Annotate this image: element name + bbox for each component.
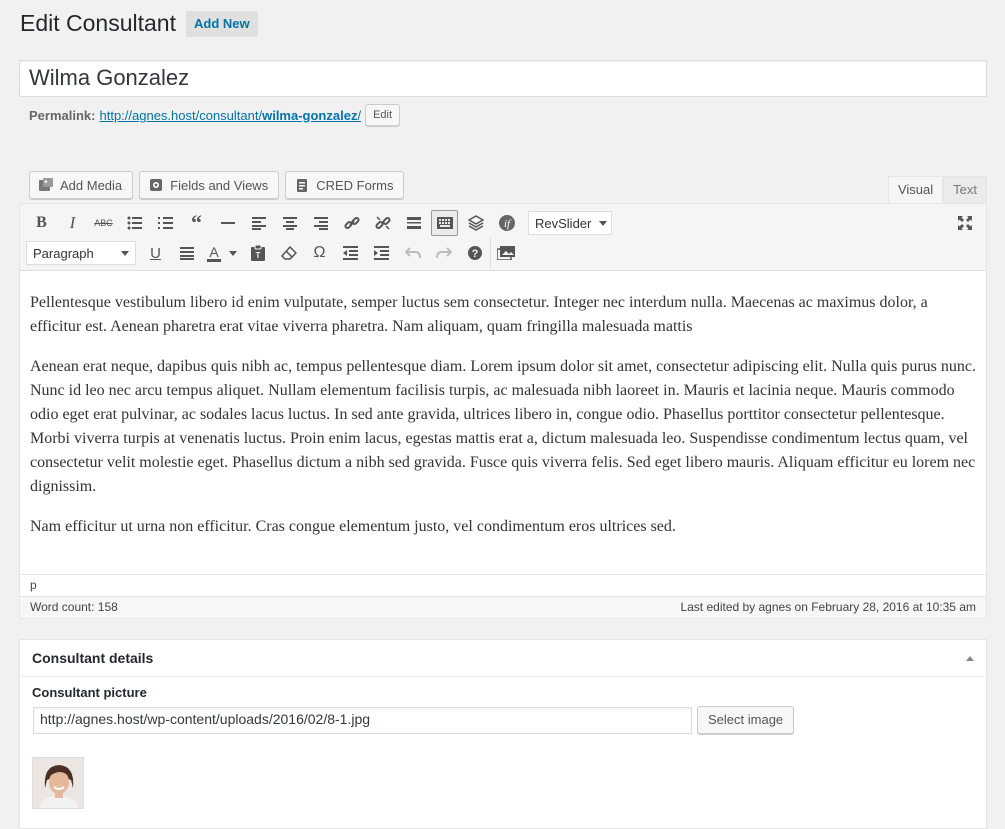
permalink-base: http://agnes.host/consultant/ [99, 107, 263, 123]
add-media-icon [38, 177, 54, 193]
consultant-picture-label: Consultant picture [32, 685, 147, 700]
toolbar-row-2: Paragraph U A T Ω ? [26, 238, 521, 268]
read-more-icon[interactable] [398, 208, 429, 238]
italic-icon[interactable]: I [57, 208, 88, 238]
formula-icon[interactable]: if [491, 208, 522, 238]
consultant-details-box: Consultant details Consultant picture ht… [19, 639, 987, 829]
permalink-row: Permalink: http://agnes.host/consultant/… [29, 104, 401, 126]
special-character-icon[interactable]: Ω [304, 238, 335, 268]
consultant-picture-thumbnail [32, 757, 84, 809]
text-color-icon[interactable]: A [202, 238, 242, 268]
undo-icon[interactable] [397, 238, 428, 268]
justify-icon[interactable] [171, 238, 202, 268]
editor-content[interactable]: Pellentesque vestibulum libero id enim v… [20, 271, 986, 539]
horizontal-rule-icon[interactable] [212, 208, 243, 238]
cred-forms-icon [294, 177, 310, 193]
help-icon[interactable]: ? [459, 238, 490, 268]
select-image-button[interactable]: Select image [697, 706, 795, 734]
media-buttons: Add Media Fields and Views CRED Forms [29, 171, 405, 199]
blockquote-icon[interactable]: “ [181, 208, 212, 238]
add-media-label: Add Media [60, 177, 123, 193]
numbered-list-icon[interactable] [150, 208, 181, 238]
gallery-icon[interactable] [490, 238, 521, 268]
add-new-button[interactable]: Add New [185, 10, 258, 37]
layers-icon[interactable] [460, 208, 491, 238]
unlink-icon[interactable] [367, 208, 398, 238]
editor-toolbar: B I ABC “ if RevSlider Paragraph U A T Ω… [20, 204, 986, 271]
outdent-icon[interactable] [335, 238, 366, 268]
fields-views-icon [148, 177, 164, 193]
permalink-trailing: / [357, 107, 362, 123]
revslider-dropdown[interactable]: RevSlider [528, 211, 612, 235]
chevron-down-icon [599, 220, 608, 226]
format-select-label: Paragraph [33, 245, 94, 261]
permalink-label: Permalink: [29, 107, 96, 123]
svg-text:T: T [255, 251, 260, 260]
revslider-label: RevSlider [535, 215, 592, 231]
strikethrough-icon[interactable]: ABC [88, 208, 119, 238]
content-paragraph: Pellentesque vestibulum libero id enim v… [30, 294, 928, 335]
permalink-link[interactable]: http://agnes.host/consultant/wilma-gonza… [99, 108, 361, 123]
bullet-list-icon[interactable] [119, 208, 150, 238]
link-icon[interactable] [336, 208, 367, 238]
toolbar-row-1: B I ABC “ if RevSlider [26, 208, 612, 238]
format-select[interactable]: Paragraph [26, 241, 136, 265]
fields-and-views-label: Fields and Views [170, 177, 269, 193]
svg-text:?: ? [471, 248, 478, 260]
tab-visual[interactable]: Visual [887, 176, 944, 204]
cred-forms-label: CRED Forms [316, 177, 394, 193]
align-center-icon[interactable] [274, 208, 305, 238]
collapse-arrow-icon[interactable] [966, 655, 974, 661]
add-media-button[interactable]: Add Media [29, 171, 134, 199]
chevron-down-icon [229, 250, 237, 256]
editor-status-bar: Word count: 158 Last edited by agnes on … [20, 596, 986, 618]
page-title: Edit Consultant [20, 10, 176, 36]
metabox-header[interactable]: Consultant details [20, 640, 986, 677]
element-path: p [20, 574, 986, 596]
chevron-down-icon [121, 250, 129, 256]
align-left-icon[interactable] [243, 208, 274, 238]
metabox-title: Consultant details [32, 650, 154, 666]
fields-and-views-button[interactable]: Fields and Views [139, 171, 280, 199]
paste-text-icon[interactable]: T [242, 238, 273, 268]
page-header: Edit Consultant Add New [20, 10, 258, 37]
content-paragraph: Nam efficitur ut urna non efficitur. Cra… [30, 518, 676, 535]
edit-permalink-button[interactable]: Edit [365, 104, 401, 126]
content-editor: B I ABC “ if RevSlider Paragraph U A T Ω… [19, 203, 987, 619]
fullscreen-icon[interactable] [949, 208, 980, 238]
tab-text[interactable]: Text [943, 176, 987, 204]
picture-url-input[interactable]: http://agnes.host/wp-content/uploads/201… [33, 707, 692, 734]
permalink-slug: wilma-gonzalez [262, 107, 358, 123]
underline-icon[interactable]: U [140, 238, 171, 268]
post-title-input[interactable]: Wilma Gonzalez [19, 60, 987, 97]
toolbar-toggle-icon[interactable] [431, 210, 458, 236]
bold-icon[interactable]: B [26, 208, 57, 238]
content-paragraph: Aenean erat neque, dapibus quis nibh ac,… [30, 358, 976, 495]
align-right-icon[interactable] [305, 208, 336, 238]
indent-icon[interactable] [366, 238, 397, 268]
clear-formatting-icon[interactable] [273, 238, 304, 268]
word-count: Word count: 158 [30, 600, 118, 614]
cred-forms-button[interactable]: CRED Forms [285, 171, 405, 199]
redo-icon[interactable] [428, 238, 459, 268]
editor-tabs: Visual Text [887, 176, 987, 204]
last-edited: Last edited by agnes on February 28, 201… [680, 600, 976, 614]
